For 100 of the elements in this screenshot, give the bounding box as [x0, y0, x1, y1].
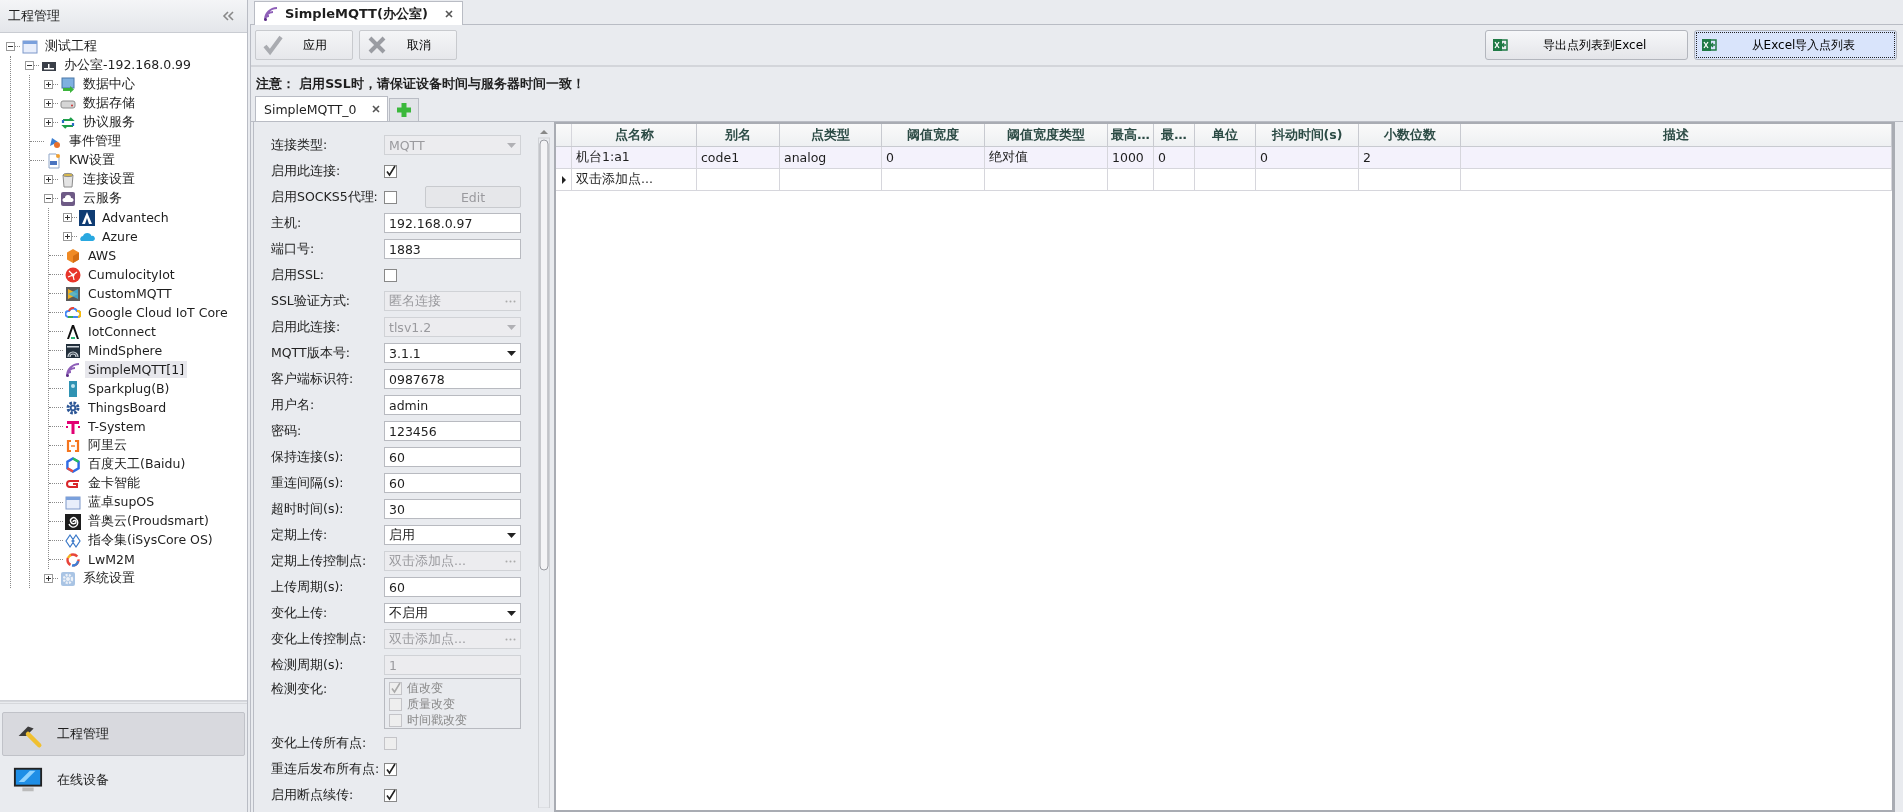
field-label: 启用SOCKS5代理:	[271, 188, 379, 206]
tree-item[interactable]: 协议服务	[80, 113, 138, 132]
column-header[interactable]: 小数位数	[1359, 124, 1461, 146]
input-field[interactable]: 123456	[384, 421, 521, 441]
connection-tab[interactable]: SimpleMQTT_0	[255, 96, 388, 121]
dropdown-arrow-icon	[507, 532, 516, 538]
expander-icon[interactable]	[44, 175, 53, 184]
column-header[interactable]: 阈值宽度	[882, 124, 985, 146]
field-label: 定期上传控制点:	[271, 552, 368, 570]
column-header[interactable]: 描述	[1461, 124, 1892, 146]
document-tab[interactable]: SimpleMQTT(办公室)	[254, 1, 463, 25]
kite-logo-icon	[65, 285, 81, 302]
nav-button[interactable]: 工程管理	[2, 712, 245, 756]
apply-button[interactable]: 应用	[255, 30, 353, 60]
tree-item[interactable]: 阿里云	[85, 436, 130, 455]
expander-icon[interactable]	[44, 194, 53, 203]
input-field[interactable]: 60	[384, 473, 521, 493]
expander-icon[interactable]	[44, 80, 53, 89]
column-header[interactable]: 阈值宽度类型	[985, 124, 1108, 146]
tree-item[interactable]: AWS	[85, 247, 120, 264]
dropdown[interactable]: 3.1.1	[384, 343, 521, 363]
expander-icon[interactable]	[6, 42, 15, 51]
tree-item[interactable]: SimpleMQTT[1]	[85, 361, 188, 378]
input-field[interactable]: 60	[384, 447, 521, 467]
tree-item[interactable]: KW设置	[66, 151, 119, 170]
field-label: SSL验证方式:	[271, 292, 352, 310]
collapse-icon[interactable]	[222, 9, 235, 23]
checkbox-label: 值改变	[407, 679, 443, 697]
tree-item[interactable]: Google Cloud IoT Core	[85, 304, 231, 321]
expander-icon[interactable]	[44, 99, 53, 108]
tree-item[interactable]: 数据中心	[80, 75, 138, 94]
tree-item[interactable]: 连接设置	[80, 170, 138, 189]
expander-icon[interactable]	[63, 232, 72, 241]
tree-item[interactable]: MindSphere	[85, 342, 166, 359]
picker-field: 匿名连接	[384, 291, 521, 311]
export-button[interactable]: 导出点列表到Excel	[1485, 30, 1688, 60]
dropdown-arrow-icon	[507, 324, 516, 330]
column-header[interactable]: 点名称	[572, 124, 697, 146]
column-header[interactable]: 别名	[697, 124, 780, 146]
tree-item[interactable]: 普奥云(Proudsmart)	[85, 512, 212, 531]
close-icon[interactable]	[443, 8, 454, 19]
tree-item[interactable]: CustomMQTT	[85, 285, 175, 302]
tree-item[interactable]: Sparkplug(B)	[85, 380, 173, 397]
add-row-cell[interactable]: 双击添加点...	[572, 169, 697, 190]
field-label: 密码:	[271, 422, 303, 440]
tree-item[interactable]: 蓝卓supOS	[85, 493, 158, 512]
tree-item[interactable]: LwM2M	[85, 551, 138, 568]
bucket-icon	[60, 171, 76, 188]
field-label: 重连后发布所有点:	[271, 760, 381, 778]
scrollbar[interactable]	[538, 128, 550, 808]
checkbox[interactable]	[384, 190, 397, 204]
tree-item[interactable]: 百度天工(Baidu)	[85, 455, 189, 474]
table-cell: code1	[697, 147, 780, 168]
brackets-icon	[65, 437, 81, 454]
tree-item[interactable]: Azure	[99, 228, 141, 245]
table-row[interactable]: 机台1:a1 code1 analog 0 绝对值 1000 0 0 2	[556, 147, 1892, 169]
table-cell: 0	[1154, 147, 1195, 168]
tree-item[interactable]: IotConnect	[85, 323, 159, 340]
input-field[interactable]: 1883	[384, 239, 521, 259]
import-button[interactable]: 从Excel导入点列表	[1694, 30, 1897, 60]
dropdown: MQTT	[384, 135, 521, 155]
network-icon	[65, 266, 81, 283]
close-icon[interactable]	[370, 104, 381, 114]
input-field[interactable]: 192.168.0.97	[384, 213, 521, 233]
checkbox[interactable]	[384, 788, 397, 802]
tree-item[interactable]: 指令集(iSysCore OS)	[85, 531, 216, 550]
input-field[interactable]: 30	[384, 499, 521, 519]
tree-item[interactable]: T-System	[85, 418, 149, 435]
dropdown[interactable]: 启用	[384, 525, 521, 545]
expander-icon[interactable]	[25, 61, 34, 70]
input-field[interactable]: 60	[384, 577, 521, 597]
expander-icon[interactable]	[44, 118, 53, 127]
checkbox[interactable]	[384, 268, 397, 282]
input-field[interactable]: admin	[384, 395, 521, 415]
checkbox[interactable]	[384, 762, 397, 776]
dropdown[interactable]: 不启用	[384, 603, 521, 623]
tree-item[interactable]: 数据存储	[80, 94, 138, 113]
column-header[interactable]: 点类型	[780, 124, 882, 146]
cancel-button[interactable]: 取消	[359, 30, 457, 60]
expander-icon[interactable]	[44, 574, 53, 583]
checkbox[interactable]	[384, 164, 397, 178]
input-field[interactable]: 0987678	[384, 369, 521, 389]
nav-button[interactable]: 在线设备	[2, 758, 245, 802]
spiral-icon	[65, 513, 81, 530]
tree-item[interactable]: 金卡智能	[85, 474, 143, 493]
tree-item[interactable]: 云服务	[80, 189, 125, 208]
column-header[interactable]: 单位	[1195, 124, 1256, 146]
tree-item[interactable]: 系统设置	[80, 569, 138, 588]
column-header[interactable]: 最…	[1154, 124, 1195, 146]
tree-item[interactable]: Advantech	[99, 209, 172, 226]
tree-item[interactable]: 办公室-192.168.0.99	[61, 56, 194, 75]
column-header[interactable]: 抖动时间(s)	[1256, 124, 1359, 146]
expander-icon[interactable]	[63, 213, 72, 222]
tree-item[interactable]: CumulocityIot	[85, 266, 178, 283]
tree-item[interactable]: 事件管理	[66, 132, 124, 151]
tree-item[interactable]: 测试工程	[42, 37, 100, 56]
column-header[interactable]: 最高…	[1108, 124, 1154, 146]
tree-item[interactable]: ThingsBoard	[85, 399, 170, 416]
gear-icon	[65, 399, 81, 416]
field-label: 定期上传:	[271, 526, 329, 544]
